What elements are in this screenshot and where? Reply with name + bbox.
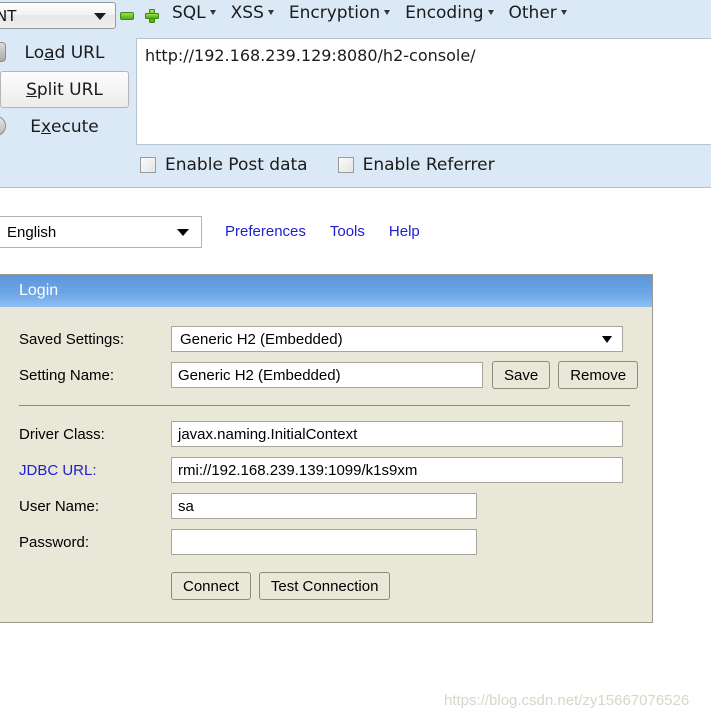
load-url-label-post: d URL [54, 42, 105, 63]
jdbc-url-label[interactable]: JDBC URL: [19, 462, 171, 479]
hackbar-icon-group [120, 9, 159, 23]
split-url-label-post: plit URL [36, 79, 103, 100]
execute-label-pre: E [30, 116, 41, 137]
hackbar-menu-encoding[interactable]: Encoding [405, 3, 494, 23]
hackbar-menu-xss[interactable]: XSS [231, 3, 274, 23]
checkbox-box-icon [337, 157, 354, 173]
hackbar-menu-encoding-label: Encoding [405, 3, 484, 23]
enable-post-data-label: Enable Post data [165, 155, 308, 175]
driver-class-input[interactable]: javax.naming.InitialContext [171, 421, 623, 447]
hackbar-profile-select[interactable]: NT [0, 2, 116, 29]
connect-button[interactable]: Connect [171, 572, 251, 600]
password-label: Password: [19, 533, 90, 551]
hackbar-profile-select-value: NT [0, 6, 17, 25]
execute-label-accel: x [40, 116, 52, 137]
hackbar-top-row: NT SQL XSS Encryption Encoding Other [0, 0, 711, 34]
hackbar-menu-other-label: Other [508, 3, 557, 23]
caret-down-icon [209, 10, 216, 15]
language-select-value: English [7, 223, 57, 241]
hackbar-menu-encryption-label: Encryption [288, 3, 381, 23]
hackbar-menu-other[interactable]: Other [509, 3, 567, 23]
url-textarea[interactable]: http://192.168.239.129:8080/h2-console/ [136, 38, 711, 145]
language-select[interactable]: English [0, 216, 202, 248]
hackbar-action-buttons: Lo a d URL Split URL Ex ecute [0, 34, 129, 145]
saved-settings-row: Saved Settings: Generic H2 (Embedded) [0, 321, 652, 357]
split-url-label-accel: S [26, 79, 37, 100]
user-name-input[interactable]: sa [171, 493, 477, 519]
caret-down-icon [267, 10, 274, 15]
checkbox-box-icon [140, 157, 156, 173]
link-tools[interactable]: Tools [330, 223, 365, 240]
saved-settings-select[interactable]: Generic H2 (Embedded) [171, 326, 623, 352]
user-name-row: User Name: sa [0, 488, 652, 524]
execute-icon [0, 116, 6, 136]
form-divider [19, 405, 630, 406]
hackbar-toolbar: NT SQL XSS Encryption Encoding Other Lo … [0, 0, 711, 188]
setting-name-label: Setting Name: [19, 366, 115, 384]
hackbar-menu-encryption[interactable]: Encryption [288, 3, 391, 23]
save-button[interactable]: Save [492, 361, 551, 389]
jdbc-url-row: JDBC URL: rmi://192.168.239.139:1099/k1s… [0, 452, 652, 488]
h2-nav-links: Preferences Tools Help [225, 223, 420, 240]
load-url-icon [0, 42, 6, 62]
caret-down-icon [487, 10, 494, 15]
chevron-down-icon [177, 229, 189, 236]
enable-post-data-checkbox[interactable]: Enable Post data [140, 155, 308, 175]
hackbar-menu-xss-label: XSS [230, 3, 264, 23]
execute-label-post: ecute [51, 116, 99, 137]
setting-name-row: Setting Name: Generic H2 (Embedded) Save… [0, 357, 652, 393]
hackbar-menu-sql[interactable]: SQL [172, 3, 216, 23]
enable-referrer-label: Enable Referrer [362, 155, 495, 175]
plus-icon[interactable] [145, 9, 159, 23]
login-panel: Login Saved Settings: Generic H2 (Embedd… [0, 274, 653, 623]
caret-down-icon [560, 10, 567, 15]
user-name-label: User Name: [19, 497, 100, 515]
csdn-watermark: https://blog.csdn.net/zy15667076526 [444, 692, 690, 709]
minus-icon[interactable] [120, 12, 134, 20]
caret-down-icon [384, 10, 391, 15]
chevron-down-icon [94, 13, 106, 20]
enable-referrer-checkbox[interactable]: Enable Referrer [337, 155, 495, 175]
link-help[interactable]: Help [389, 223, 420, 240]
setting-name-input[interactable]: Generic H2 (Embedded) [171, 362, 483, 388]
password-row: Password: [0, 524, 652, 560]
hackbar-checkbox-row: Enable Post data Enable Referrer [140, 155, 495, 175]
login-actions: Connect Test Connection [0, 572, 652, 600]
remove-button[interactable]: Remove [558, 361, 639, 389]
password-input[interactable] [171, 529, 477, 555]
test-connection-button[interactable]: Test Connection [258, 572, 391, 600]
execute-button[interactable]: Ex ecute [0, 108, 129, 145]
saved-settings-label: Saved Settings: [19, 330, 125, 348]
login-form: Saved Settings: Generic H2 (Embedded) Se… [0, 307, 652, 622]
load-url-label-accel: a [44, 42, 55, 63]
hackbar-menu-sql-label: SQL [172, 3, 206, 23]
h2-toolbar: English Preferences Tools Help [0, 216, 711, 254]
h2-console-page: English Preferences Tools Help Login Sav… [0, 188, 711, 727]
load-url-label-pre: Lo [24, 42, 45, 63]
driver-class-row: Driver Class: javax.naming.InitialContex… [0, 416, 652, 452]
load-url-button[interactable]: Lo a d URL [0, 34, 129, 71]
link-preferences[interactable]: Preferences [225, 223, 306, 240]
login-panel-header: Login [0, 275, 652, 307]
driver-class-label: Driver Class: [19, 425, 105, 443]
hackbar-menu-bar: SQL XSS Encryption Encoding Other [172, 3, 567, 23]
jdbc-url-input[interactable]: rmi://192.168.239.139:1099/k1s9xm [171, 457, 623, 483]
chevron-down-icon [602, 336, 612, 343]
saved-settings-value: Generic H2 (Embedded) [180, 330, 343, 348]
split-url-button[interactable]: Split URL [0, 71, 129, 108]
